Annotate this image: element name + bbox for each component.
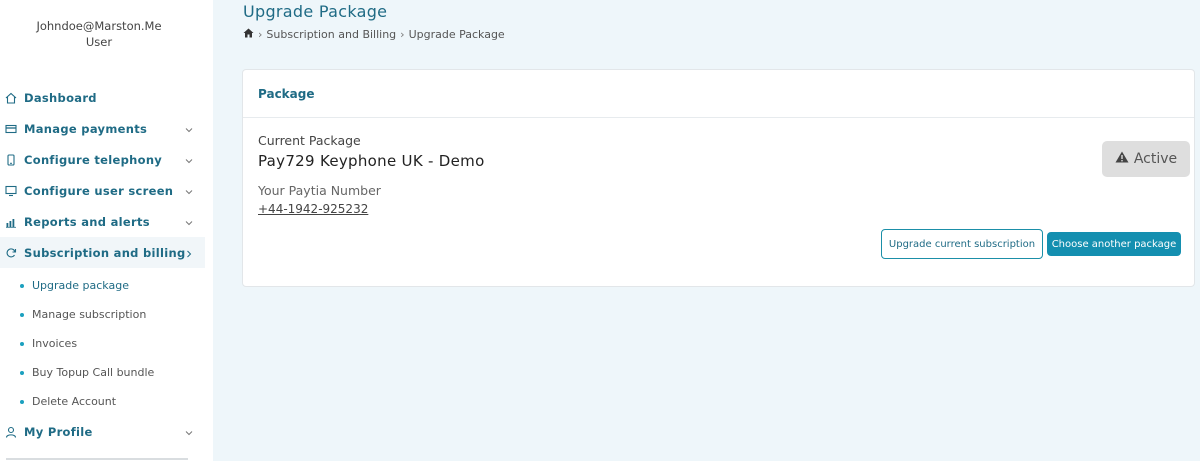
user-info: Johndoe@Marston.Me User [0, 18, 198, 50]
status-badge: Active [1102, 141, 1190, 177]
user-email: Johndoe@Marston.Me [36, 19, 162, 33]
sidebar-item-configure-user-screen[interactable]: Configure user screen [0, 175, 205, 206]
choose-package-button[interactable]: Choose another package [1047, 232, 1181, 256]
breadcrumb-item[interactable]: Subscription and Billing [266, 28, 396, 41]
home-icon [4, 91, 18, 105]
sidebar-subitem-buy-topup[interactable]: Buy Topup Call bundle [0, 358, 205, 387]
breadcrumb-item: Upgrade Package [408, 28, 505, 41]
sidebar: Johndoe@Marston.Me User Dashboard Manage… [0, 0, 213, 461]
breadcrumb-separator: › [258, 28, 263, 41]
sidebar-item-label: My Profile [24, 424, 93, 439]
sidebar-subitem-label: Buy Topup Call bundle [32, 366, 155, 379]
refresh-icon [4, 246, 18, 260]
sidebar-item-label: Configure telephony [24, 152, 163, 167]
sidebar-item-configure-telephony[interactable]: Configure telephony [0, 144, 205, 175]
sidebar-item-label: Subscription and billing [24, 245, 186, 260]
breadcrumb-separator: › [400, 28, 405, 41]
page-title: Upgrade Package [243, 2, 388, 21]
sidebar-subitem-manage-subscription[interactable]: Manage subscription [0, 300, 205, 329]
chevron-down-icon [185, 185, 193, 199]
sidebar-subitem-label: Upgrade package [32, 279, 129, 292]
sidebar-nav: Dashboard Manage payments Configure tele… [0, 82, 205, 447]
sidebar-item-dashboard[interactable]: Dashboard [0, 82, 205, 113]
sidebar-item-subscription-and-billing[interactable]: Subscription and billing [0, 237, 205, 268]
home-icon[interactable] [243, 28, 254, 41]
warning-icon [1115, 151, 1129, 167]
sidebar-subitem-upgrade-package[interactable]: Upgrade package [0, 271, 205, 300]
monitor-icon [4, 184, 18, 198]
number-value[interactable]: +44-1942-925232 [258, 202, 368, 216]
user-role: User [85, 35, 113, 49]
bullet-icon [20, 341, 24, 346]
breadcrumb: › Subscription and Billing › Upgrade Pac… [243, 28, 505, 41]
sidebar-item-label: Dashboard [24, 90, 97, 105]
bullet-icon [20, 312, 24, 317]
sidebar-item-my-profile[interactable]: My Profile [0, 416, 205, 447]
phone-icon [4, 153, 18, 167]
chevron-down-icon [185, 123, 193, 137]
sidebar-item-label: Configure user screen [24, 183, 174, 198]
chevron-right-icon [185, 247, 193, 261]
card-title: Package [243, 70, 1194, 118]
bullet-icon [20, 399, 24, 404]
bar-chart-icon [4, 215, 18, 229]
current-package-value: Pay729 Keyphone UK - Demo [258, 152, 485, 170]
status-text: Active [1133, 151, 1178, 167]
bullet-icon [20, 370, 24, 375]
sidebar-item-label: Manage payments [24, 121, 148, 136]
chevron-down-icon [185, 426, 193, 440]
divider [6, 458, 188, 460]
sidebar-item-label: Reports and alerts [24, 214, 150, 229]
card-icon [4, 122, 18, 136]
package-card: Package Current Package Pay729 Keyphone … [242, 69, 1195, 287]
chevron-down-icon [185, 154, 193, 168]
current-package-label: Current Package [258, 133, 361, 148]
bullet-icon [20, 283, 24, 288]
sidebar-subitem-invoices[interactable]: Invoices [0, 329, 205, 358]
upgrade-subscription-button[interactable]: Upgrade current subscription [881, 229, 1043, 259]
sidebar-subitem-delete-account[interactable]: Delete Account [0, 387, 205, 416]
sidebar-item-reports-and-alerts[interactable]: Reports and alerts [0, 206, 205, 237]
number-label: Your Paytia Number [258, 183, 381, 198]
sidebar-item-manage-payments[interactable]: Manage payments [0, 113, 205, 144]
chevron-down-icon [185, 216, 193, 230]
sidebar-subitem-label: Invoices [32, 337, 78, 350]
user-icon [4, 425, 18, 439]
sidebar-subitem-label: Delete Account [32, 395, 117, 408]
sidebar-subitem-label: Manage subscription [32, 308, 147, 321]
